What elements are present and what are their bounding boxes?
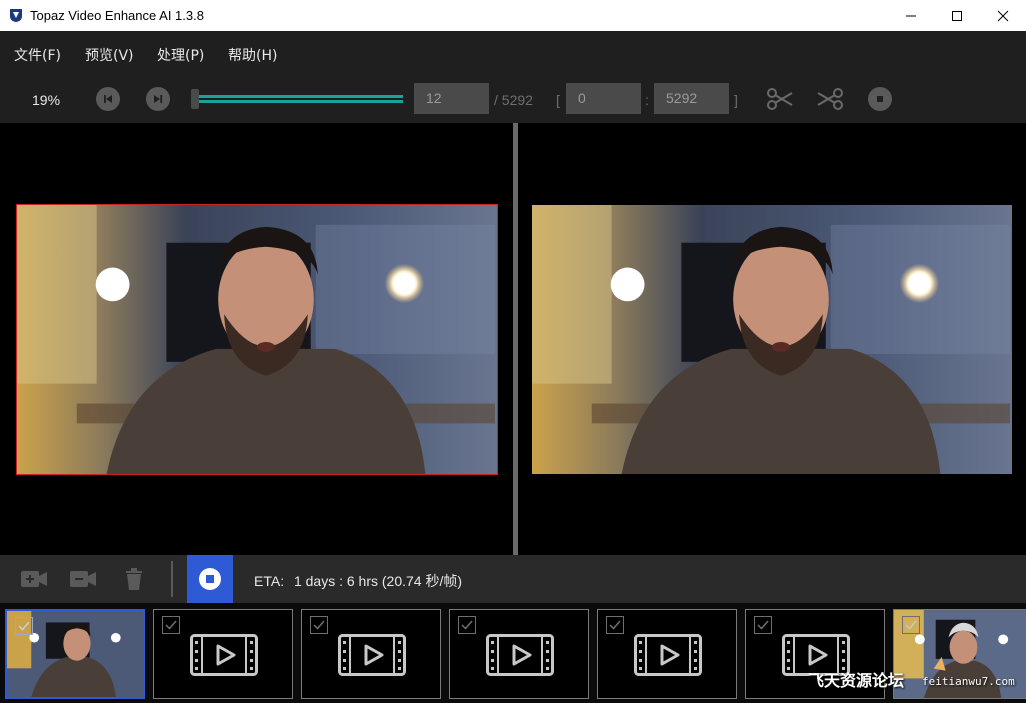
timeline-slider[interactable] (191, 87, 403, 111)
checkmark-icon (757, 620, 769, 630)
queue-item-3[interactable] (301, 609, 441, 699)
toolbar-separator (171, 561, 173, 597)
enhanced-video-frame[interactable] (532, 205, 1012, 474)
stop-process-icon (199, 568, 221, 590)
video-placeholder-icon (486, 634, 554, 676)
queue-item-checkbox[interactable] (15, 617, 33, 635)
zoom-level[interactable]: 19% (32, 92, 60, 108)
eta-status: ETA: 1 days : 6 hrs (20.74 秒/帧) (254, 571, 462, 591)
skip-back-icon (104, 95, 112, 103)
range-open-bracket: [ (556, 92, 560, 108)
play-pause-button[interactable] (146, 87, 170, 111)
checkmark-icon (18, 621, 30, 631)
range-end-field[interactable]: 5292 (654, 83, 729, 114)
queue-item-checkbox[interactable] (902, 616, 920, 634)
queue-item-5[interactable] (597, 609, 737, 699)
cut-range-button[interactable] (816, 85, 844, 113)
remove-video-icon (70, 571, 96, 587)
queue-item-1[interactable] (5, 609, 145, 699)
remove-video-button[interactable] (68, 565, 98, 593)
window-title: Topaz Video Enhance AI 1.3.8 (30, 8, 204, 23)
queue-item-4[interactable] (449, 609, 589, 699)
eta-value: 1 days : 6 hrs (20.74 秒/帧) (293, 573, 463, 589)
checkmark-icon (905, 620, 917, 630)
cut-button[interactable] (766, 85, 794, 113)
close-icon (997, 10, 1009, 21)
cut-icon (767, 88, 793, 110)
queue-item-checkbox[interactable] (162, 616, 180, 634)
stop-process-button[interactable] (187, 555, 233, 603)
delete-button[interactable] (119, 565, 149, 593)
original-preview-pane (0, 123, 513, 555)
minimize-icon (906, 15, 916, 16)
watermark-site: feitianwu7.com (922, 675, 1015, 688)
menu-process[interactable]: 处理(P) (157, 45, 204, 65)
range-separator: : (645, 92, 649, 108)
range-start-field[interactable]: 0 (566, 83, 641, 114)
menu-bar: 文件(F) 预览(V) 处理(P) 帮助(H) (0, 31, 1026, 75)
total-frames-label: / 5292 (494, 92, 533, 108)
add-video-icon (21, 571, 47, 587)
stop-icon (877, 96, 883, 102)
queue-item-2[interactable] (153, 609, 293, 699)
cut-range-icon (817, 88, 843, 110)
close-button[interactable] (980, 0, 1026, 31)
queue-item-checkbox[interactable] (754, 616, 772, 634)
range-close-bracket: ] (734, 92, 738, 108)
timeline-thumb[interactable] (191, 89, 199, 109)
video-frame-image (17, 205, 497, 474)
minimize-button[interactable] (888, 0, 934, 31)
delete-icon (126, 568, 142, 590)
enhanced-preview-pane (518, 123, 1026, 555)
maximize-icon (952, 10, 962, 21)
menu-file[interactable]: 文件(F) (14, 45, 61, 65)
timeline-progress (199, 95, 403, 103)
checkmark-icon (165, 620, 177, 630)
watermark-text: 飞天资源论坛 (808, 671, 905, 690)
stop-button[interactable] (868, 87, 892, 111)
checkmark-icon (461, 620, 473, 630)
checkmark-icon (609, 620, 621, 630)
menu-help[interactable]: 帮助(H) (228, 45, 277, 65)
queue-item-checkbox[interactable] (458, 616, 476, 634)
eta-label: ETA: (254, 573, 285, 589)
preview-toolbar: 19% 12 / 5292 [ 0 : 5292 ] (0, 75, 1026, 123)
title-bar: Topaz Video Enhance AI 1.3.8 (0, 0, 1026, 31)
video-frame-image (532, 205, 1012, 474)
queue-item-checkbox[interactable] (606, 616, 624, 634)
maximize-button[interactable] (934, 0, 980, 31)
queue-item-checkbox[interactable] (310, 616, 328, 634)
checkmark-icon (313, 620, 325, 630)
video-placeholder-icon (190, 634, 258, 676)
video-placeholder-icon (634, 634, 702, 676)
current-frame-field[interactable]: 12 (414, 83, 489, 114)
video-placeholder-icon (338, 634, 406, 676)
menu-preview[interactable]: 预览(V) (85, 45, 134, 65)
action-bar: ETA: 1 days : 6 hrs (20.74 秒/帧) (0, 555, 1026, 603)
add-video-button[interactable] (19, 565, 49, 593)
topaz-logo-icon (10, 9, 22, 22)
play-pause-icon (154, 95, 163, 103)
original-video-frame[interactable] (16, 204, 498, 475)
skip-back-button[interactable] (96, 87, 120, 111)
